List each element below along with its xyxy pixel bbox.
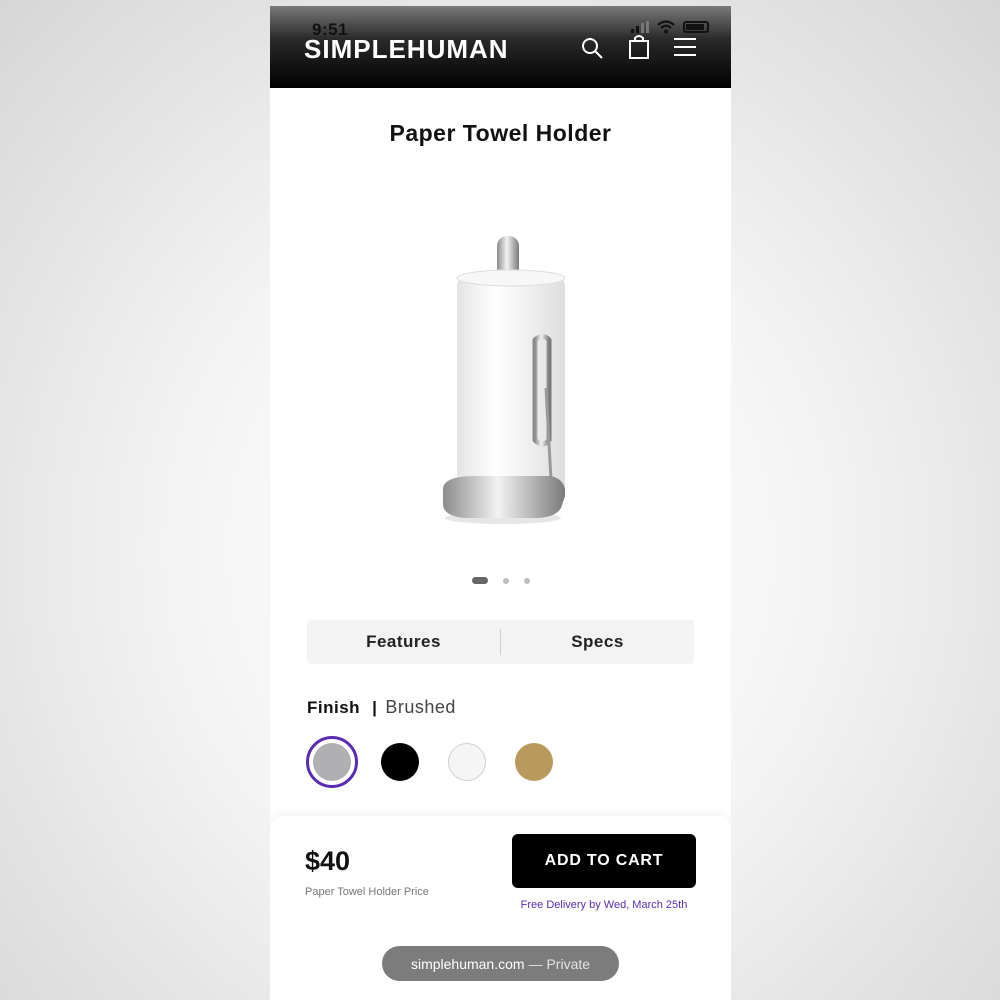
price-label: Paper Towel Holder Price — [305, 886, 429, 898]
swatch-black[interactable] — [381, 743, 419, 781]
product-title: Paper Towel Holder — [389, 120, 612, 146]
swatch-brushed[interactable] — [306, 736, 358, 788]
battery-icon — [683, 21, 709, 33]
tab-features[interactable]: Features — [307, 632, 500, 652]
url-domain: simplehuman.com — [410, 955, 525, 972]
menu-icon[interactable] — [673, 36, 697, 58]
search-icon[interactable] — [580, 36, 604, 60]
tab-specs[interactable]: Specs — [501, 632, 694, 652]
phone-screen: 9:51 SIMPLEHUMAN Paper Towel Holder Feat… — [270, 6, 731, 1000]
shopping-bag-icon[interactable] — [628, 34, 650, 60]
price: $40 — [305, 846, 351, 876]
carousel-dots — [472, 577, 530, 584]
swatch-fill — [313, 743, 351, 781]
wifi-icon — [657, 20, 675, 34]
swatch-brass[interactable] — [515, 743, 553, 781]
info-tabs: Features Specs — [307, 620, 694, 664]
carousel-dot[interactable] — [524, 577, 530, 584]
brand-logo[interactable]: SIMPLEHUMAN — [304, 34, 509, 65]
signal-icon — [631, 21, 649, 33]
site-header: 9:51 SIMPLEHUMAN — [270, 6, 731, 88]
carousel-dot[interactable] — [503, 577, 509, 584]
delivery-note: Free Delivery by Wed, March 25th — [520, 899, 688, 911]
finish-swatches — [306, 735, 566, 789]
finish-label: Finish — [307, 698, 361, 717]
finish-row: Finish | Brushed — [307, 697, 456, 718]
add-to-cart-button[interactable]: ADD TO CART — [512, 834, 696, 888]
product-image[interactable] — [435, 228, 565, 528]
status-icons — [631, 20, 709, 34]
carousel-dot[interactable] — [472, 577, 488, 584]
finish-separator: | — [372, 698, 378, 717]
browser-url-pill[interactable]: simplehuman.com — Private — [382, 946, 619, 981]
swatch-white[interactable] — [448, 743, 486, 781]
finish-value: Brushed — [385, 697, 456, 717]
private-mode-label: — Private — [528, 955, 591, 972]
